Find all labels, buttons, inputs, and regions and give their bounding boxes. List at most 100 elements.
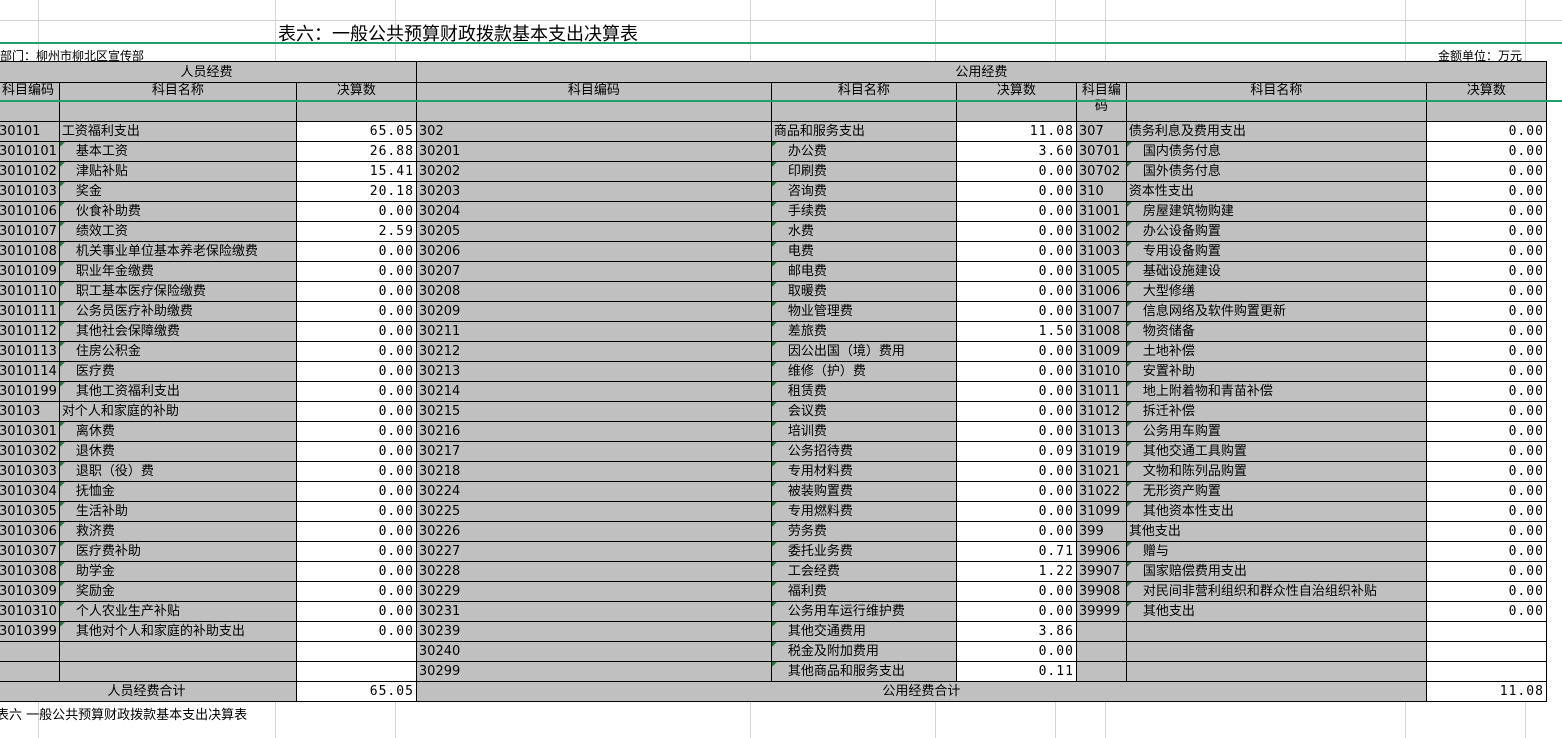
code-cell[interactable]: [0, 641, 60, 662]
code-cell[interactable]: 3010308: [0, 561, 60, 582]
name-cell[interactable]: 咨询费: [770, 181, 957, 202]
name-cell[interactable]: 津贴补贴: [58, 161, 297, 182]
name-cell[interactable]: 福利费: [770, 581, 957, 602]
amount-cell[interactable]: 0.00: [955, 481, 1077, 502]
name-cell[interactable]: 邮电费: [770, 261, 957, 282]
code-cell[interactable]: 3010305: [0, 501, 60, 522]
code-cell[interactable]: 31001: [1075, 201, 1127, 222]
amount-cell[interactable]: 0.00: [1425, 181, 1547, 202]
amount-cell[interactable]: 0.00: [955, 281, 1077, 302]
amount-cell[interactable]: 0.00: [295, 301, 417, 322]
code-cell[interactable]: 30224: [415, 481, 772, 502]
amount-cell[interactable]: [295, 661, 417, 682]
code-cell[interactable]: 30209: [415, 301, 772, 322]
name-cell[interactable]: 无形资产购置: [1125, 481, 1427, 502]
name-cell[interactable]: 物业管理费: [770, 301, 957, 322]
name-cell[interactable]: 伙食补助费: [58, 201, 297, 222]
code-cell[interactable]: 30201: [415, 141, 772, 162]
name-cell[interactable]: 职工基本医疗保险缴费: [58, 281, 297, 302]
name-cell[interactable]: 其他对个人和家庭的补助支出: [58, 621, 297, 642]
name-cell[interactable]: 机关事业单位基本养老保险缴费: [58, 241, 297, 262]
amount-cell[interactable]: 0.00: [1425, 361, 1547, 382]
code-cell[interactable]: 30202: [415, 161, 772, 182]
sheet-tab-label[interactable]: 表六 一般公共预算财政拨款基本支出决算表: [0, 704, 247, 723]
header-name-3[interactable]: 科目名称: [1125, 82, 1427, 122]
name-cell[interactable]: 资本性支出: [1125, 181, 1427, 202]
name-cell[interactable]: 公务员医疗补助缴费: [58, 301, 297, 322]
name-cell[interactable]: 商品和服务支出: [770, 121, 957, 142]
name-cell[interactable]: 其他资本性支出: [1125, 501, 1427, 522]
public-total-label[interactable]: 公用经费合计: [415, 681, 1427, 702]
name-cell[interactable]: 专用材料费: [770, 461, 957, 482]
amount-cell[interactable]: 0.00: [295, 361, 417, 382]
code-cell[interactable]: 302: [415, 121, 772, 142]
code-cell[interactable]: 30240: [415, 641, 772, 662]
amount-cell[interactable]: 0.00: [295, 401, 417, 422]
header-code-3[interactable]: 科目编码: [1075, 82, 1127, 122]
code-cell[interactable]: 31013: [1075, 421, 1127, 442]
code-cell[interactable]: 31022: [1075, 481, 1127, 502]
amount-cell[interactable]: 0.00: [1425, 461, 1547, 482]
code-cell[interactable]: 3010107: [0, 221, 60, 242]
amount-cell[interactable]: 0.00: [955, 201, 1077, 222]
name-cell[interactable]: 国家赔偿费用支出: [1125, 561, 1427, 582]
name-cell[interactable]: 委托业务费: [770, 541, 957, 562]
amount-cell[interactable]: 0.00: [295, 621, 417, 642]
name-cell[interactable]: 水费: [770, 221, 957, 242]
code-cell[interactable]: 31011: [1075, 381, 1127, 402]
code-cell[interactable]: 31002: [1075, 221, 1127, 242]
amount-cell[interactable]: 0.71: [955, 541, 1077, 562]
code-cell[interactable]: 30207: [415, 261, 772, 282]
name-cell[interactable]: [1125, 641, 1427, 662]
amount-cell[interactable]: 0.00: [955, 461, 1077, 482]
amount-cell[interactable]: 0.00: [295, 601, 417, 622]
name-cell[interactable]: 税金及附加费用: [770, 641, 957, 662]
name-cell[interactable]: 大型修缮: [1125, 281, 1427, 302]
public-total-value[interactable]: 11.08: [1425, 681, 1547, 702]
header-amount-1[interactable]: 决算数: [295, 82, 417, 122]
amount-cell[interactable]: 0.00: [955, 301, 1077, 322]
amount-cell[interactable]: 3.86: [955, 621, 1077, 642]
code-cell[interactable]: [1075, 621, 1127, 642]
amount-cell[interactable]: 0.00: [955, 381, 1077, 402]
name-cell[interactable]: 救济费: [58, 521, 297, 542]
name-cell[interactable]: 对个人和家庭的补助: [58, 401, 297, 422]
name-cell[interactable]: 差旅费: [770, 321, 957, 342]
code-cell[interactable]: 30204: [415, 201, 772, 222]
amount-cell[interactable]: 0.00: [955, 501, 1077, 522]
name-cell[interactable]: 住房公积金: [58, 341, 297, 362]
amount-cell[interactable]: 0.00: [295, 581, 417, 602]
code-cell[interactable]: 30203: [415, 181, 772, 202]
code-cell[interactable]: 3010309: [0, 581, 60, 602]
code-cell[interactable]: 31006: [1075, 281, 1127, 302]
amount-cell[interactable]: 0.00: [1425, 401, 1547, 422]
name-cell[interactable]: 生活补助: [58, 501, 297, 522]
name-cell[interactable]: 公务用车运行维护费: [770, 601, 957, 622]
name-cell[interactable]: 债务利息及费用支出: [1125, 121, 1427, 142]
amount-cell[interactable]: 0.00: [1425, 601, 1547, 622]
name-cell[interactable]: 拆迁补偿: [1125, 401, 1427, 422]
code-cell[interactable]: 31005: [1075, 261, 1127, 282]
name-cell[interactable]: [58, 661, 297, 682]
name-cell[interactable]: 租赁费: [770, 381, 957, 402]
amount-cell[interactable]: 0.00: [1425, 501, 1547, 522]
name-cell[interactable]: 专用燃料费: [770, 501, 957, 522]
amount-cell[interactable]: 0.00: [1425, 301, 1547, 322]
code-cell[interactable]: 30213: [415, 361, 772, 382]
code-cell[interactable]: 30226: [415, 521, 772, 542]
amount-cell[interactable]: 0.00: [295, 421, 417, 442]
code-cell[interactable]: 30227: [415, 541, 772, 562]
amount-cell[interactable]: 0.00: [295, 441, 417, 462]
name-cell[interactable]: 公务用车购置: [1125, 421, 1427, 442]
name-cell[interactable]: 助学金: [58, 561, 297, 582]
code-cell[interactable]: 30208: [415, 281, 772, 302]
amount-cell[interactable]: 0.00: [1425, 341, 1547, 362]
amount-cell[interactable]: 15.41: [295, 161, 417, 182]
name-cell[interactable]: 工资福利支出: [58, 121, 297, 142]
amount-cell[interactable]: 0.00: [1425, 141, 1547, 162]
code-cell[interactable]: 39906: [1075, 541, 1127, 562]
amount-cell[interactable]: 0.00: [955, 181, 1077, 202]
code-cell[interactable]: 3010301: [0, 421, 60, 442]
code-cell[interactable]: 3010399: [0, 621, 60, 642]
amount-cell[interactable]: 0.00: [295, 381, 417, 402]
